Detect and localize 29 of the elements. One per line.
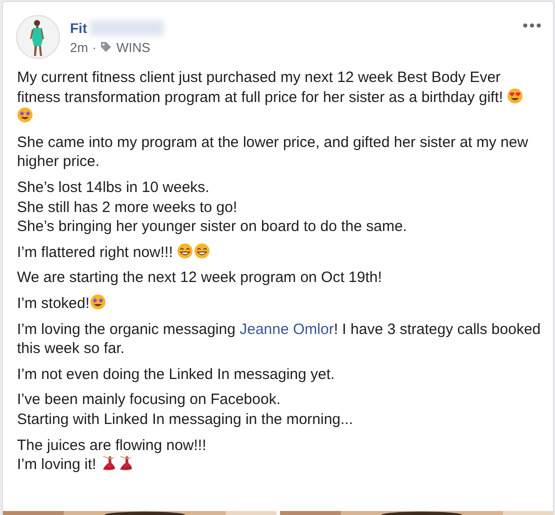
post-text: She’s bringing her younger sister on board to do the same. [17, 217, 408, 237]
post-text: I’m loving the organic messaging Jeanne Omlor! I have 3 strategy calls booked this week so far. [17, 320, 541, 359]
dancer-emoji-icon [100, 455, 116, 472]
star-eyes-emoji-icon [90, 294, 106, 310]
grinning-emoji-icon [194, 242, 210, 259]
post-text: I’m flattered right now!!! [17, 242, 541, 262]
post-text: The juices are flowing now!!! [17, 436, 208, 456]
star-eyes-emoji-icon [17, 107, 33, 124]
dancer-emoji-icon [117, 455, 134, 472]
grinning-emoji-icon [177, 242, 194, 259]
topic-label[interactable]: WINS [116, 40, 150, 54]
post-text: She came into my program at the lower price, and gifted her sister at my new higher price. [17, 132, 530, 172]
tag-icon [100, 41, 112, 53]
separator: · [92, 40, 96, 54]
post-text: I’m stoked! [17, 294, 541, 314]
post-text: We are starting the next 12 week program on Oct 19th! [17, 268, 383, 288]
heart-eyes-emoji-icon [507, 88, 524, 104]
mention-link[interactable]: Jeanne Omlor [240, 320, 334, 338]
post-text: I’m not even doing the Linked In messaging yet. [17, 364, 336, 384]
post-text: I’ve been mainly focusing on Facebook. [17, 390, 282, 410]
avatar[interactable] [16, 15, 60, 59]
post-text: Starting with Linked In messaging in the morning... [17, 410, 354, 430]
post-text: She still has 2 more weeks to go! [17, 198, 238, 218]
author-name[interactable]: Fit [70, 20, 88, 36]
more-options-icon[interactable] [523, 23, 541, 28]
post-text: My current fitness client just purchased my next 12 week Best Body Ever fitness transformation program at full price for her sister as a birthday gift! [17, 68, 541, 127]
post-text: She’s lost 14lbs in 10 weeks. [17, 178, 210, 198]
post-text: I’m loving it! [17, 455, 541, 475]
post-time[interactable]: 2m [70, 40, 88, 54]
